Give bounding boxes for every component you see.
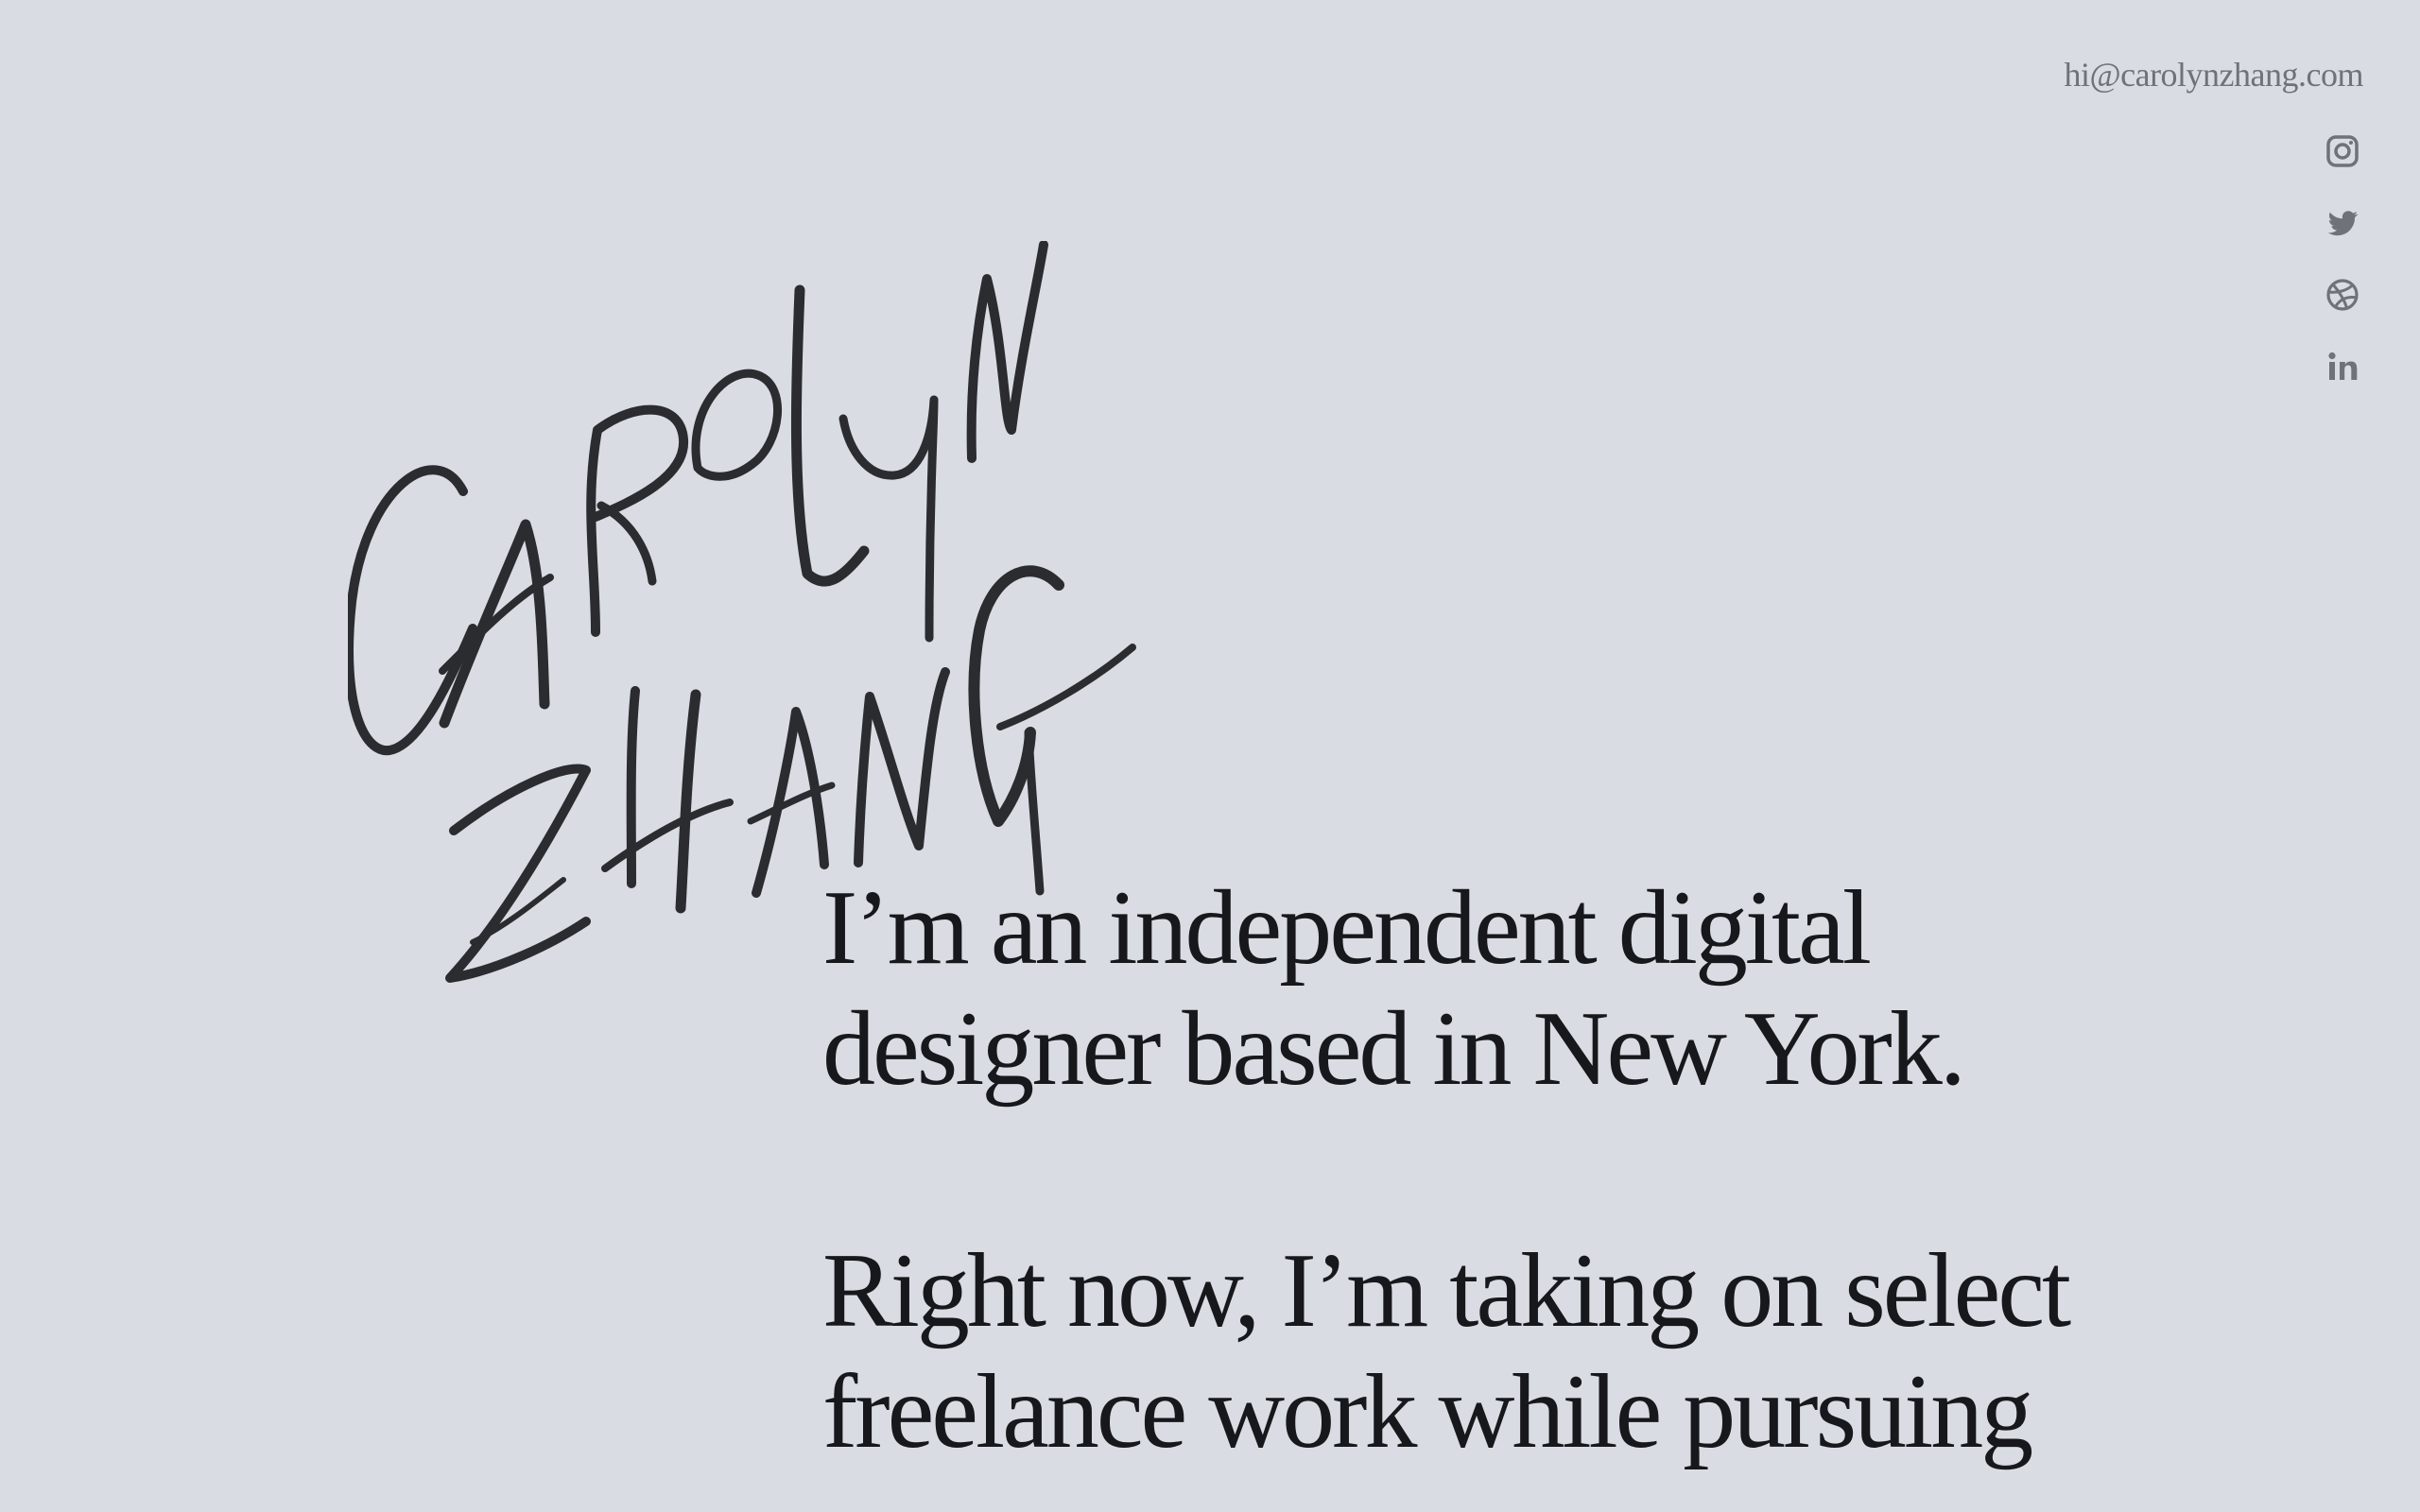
email-link[interactable]: hi@carolynzhang.com [2064, 55, 2363, 94]
linkedin-link[interactable] [2322, 346, 2363, 387]
instagram-link[interactable] [2322, 130, 2363, 172]
instagram-icon [2326, 135, 2359, 167]
intro-paragraph-1: I’m an independent digital designer base… [822, 869, 1966, 1108]
intro-paragraph-2: Right now, I’m taking on select freelanc… [822, 1232, 2071, 1470]
twitter-link[interactable] [2322, 202, 2363, 244]
social-links [2322, 130, 2363, 387]
dribbble-icon [2326, 279, 2359, 311]
dribbble-link[interactable] [2322, 274, 2363, 316]
linkedin-icon [2328, 352, 2358, 380]
intro: I’m an independent digital designer base… [822, 868, 2146, 1472]
twitter-icon [2327, 211, 2359, 236]
